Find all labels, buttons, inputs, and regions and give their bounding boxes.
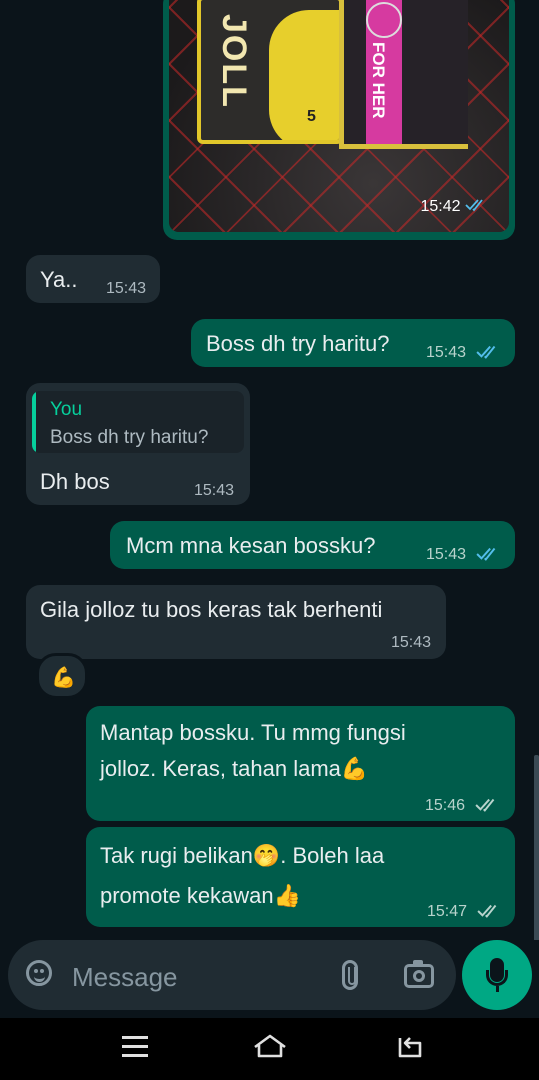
delivered-ticks-icon <box>477 904 497 918</box>
flexed-biceps-icon: 💪 <box>51 667 76 689</box>
outgoing-message[interactable]: Boss dh try haritu? 15:43 <box>191 319 515 367</box>
message-time: 15:43 <box>106 280 147 297</box>
incoming-message[interactable]: Gila jolloz tu bos keras tak berhenti 15… <box>26 585 446 659</box>
message-text: Gila jolloz tu bos keras tak berhenti <box>40 597 383 622</box>
quoted-author: You <box>50 399 83 420</box>
quoted-message[interactable]: You Boss dh try haritu? <box>32 391 244 453</box>
incoming-reply-message[interactable]: You Boss dh try haritu? Dh bos 15:43 <box>26 383 250 505</box>
message-text-line1: Tak rugi belikan🤭. Boleh laa <box>100 843 385 868</box>
message-text: Dh bos <box>40 469 110 494</box>
read-ticks-icon <box>476 345 496 359</box>
chat-area[interactable]: JOLL 5 FOR HER 15:42 Ya.. 15:43 Boss dh … <box>0 0 539 940</box>
message-reaction[interactable]: 💪 <box>36 653 88 699</box>
smile-icon[interactable] <box>26 960 52 986</box>
camera-icon[interactable] <box>404 960 434 988</box>
message-time: 15:43 <box>426 344 467 361</box>
message-text-line1: Mantap bossku. Tu mmg fungsi <box>100 720 406 745</box>
message-text: Mcm mna kesan bossku? <box>126 533 376 558</box>
message-text: Boss dh try haritu? <box>206 331 390 356</box>
recent-apps-icon[interactable] <box>122 1036 148 1058</box>
product-photo[interactable]: JOLL 5 FOR HER 15:42 <box>169 0 509 232</box>
message-time: 15:43 <box>426 546 467 563</box>
scrollbar[interactable] <box>534 755 539 940</box>
product-box-pink: FOR HER <box>339 0 468 149</box>
message-input[interactable]: Message <box>72 962 178 993</box>
product-box-yellow: JOLL 5 <box>197 0 343 144</box>
delivered-ticks-icon <box>475 798 495 812</box>
message-time: 15:47 <box>427 903 468 920</box>
image-message[interactable]: JOLL 5 FOR HER 15:42 <box>163 0 515 240</box>
message-time: 15:43 <box>391 634 432 651</box>
mic-button[interactable] <box>462 940 532 1010</box>
message-text-line2: promote kekawan👍 <box>100 883 302 908</box>
message-text: Ya.. <box>40 267 78 292</box>
message-text-line2: jolloz. Keras, tahan lama💪 <box>100 756 369 781</box>
incoming-message[interactable]: Ya.. 15:43 <box>26 255 160 303</box>
outgoing-message[interactable]: Tak rugi belikan🤭. Boleh laa promote kek… <box>86 827 515 927</box>
read-ticks-icon <box>476 547 496 561</box>
message-time: 15:43 <box>194 482 235 499</box>
back-icon[interactable] <box>396 1034 424 1060</box>
system-nav-bar <box>0 1018 539 1080</box>
outgoing-message[interactable]: Mcm mna kesan bossku? 15:43 <box>110 521 515 569</box>
message-time: 15:46 <box>425 797 466 814</box>
read-ticks-icon <box>465 199 483 212</box>
paperclip-icon[interactable] <box>342 960 358 990</box>
message-composer[interactable]: Message <box>8 940 456 1010</box>
quoted-text: Boss dh try haritu? <box>50 427 209 448</box>
message-time: 15:42 <box>421 198 488 216</box>
home-icon[interactable] <box>252 1032 288 1062</box>
outgoing-message[interactable]: Mantap bossku. Tu mmg fungsi jolloz. Ker… <box>86 706 515 821</box>
